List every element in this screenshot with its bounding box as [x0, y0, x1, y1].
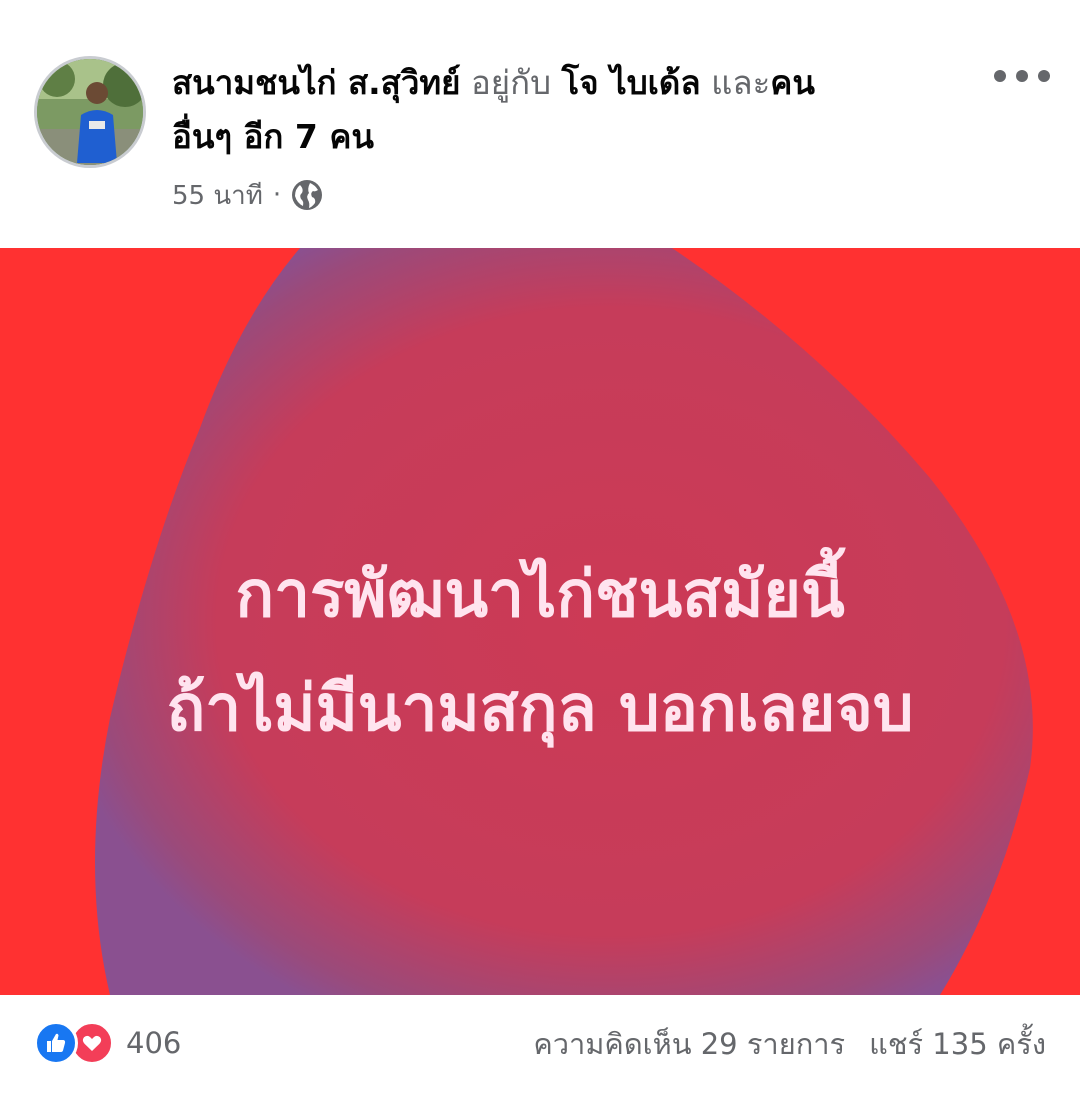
- post-author-line: สนามชนไก่ ส.สุวิทย์ อยู่กับ โจ ไบเด้ล แล…: [172, 56, 972, 164]
- more-dot: [1016, 70, 1028, 82]
- like-icon: [34, 1021, 78, 1065]
- comments-count[interactable]: ความคิดเห็น 29 รายการ: [533, 1021, 845, 1067]
- facebook-post: สนามชนไก่ ส.สุวิทย์ อยู่กับ โจ ไบเด้ล แล…: [0, 0, 1080, 1107]
- post-text: การพัฒนาไก่ชนสมัยนี้ ถ้าไม่มีนามสกุล บอก…: [0, 538, 1080, 766]
- globe-icon[interactable]: [291, 179, 323, 211]
- shares-count[interactable]: แชร์ 135 ครั้ง: [869, 1021, 1046, 1067]
- meta-separator: ·: [272, 180, 282, 210]
- more-dot: [1038, 70, 1050, 82]
- avatar[interactable]: [34, 56, 146, 168]
- others-link-part2[interactable]: อื่นๆ อีก 7 คน: [172, 117, 374, 156]
- tagged-person[interactable]: โจ ไบเด้ล: [562, 63, 701, 102]
- post-footer: 406 ความคิดเห็น 29 รายการ แชร์ 135 ครั้ง: [0, 995, 1080, 1107]
- with-label: อยู่กับ: [470, 63, 552, 102]
- timestamp[interactable]: 55 นาที: [172, 175, 263, 216]
- post-text-line-2: ถ้าไม่มีนามสกุล บอกเลยจบ: [166, 672, 914, 746]
- more-dot: [994, 70, 1006, 82]
- author-name[interactable]: สนามชนไก่ ส.สุวิทย์: [172, 63, 460, 102]
- others-link-part1[interactable]: คน: [770, 63, 815, 102]
- post-text-line-1: การพัฒนาไก่ชนสมัยนี้: [235, 558, 845, 632]
- reactions-summary[interactable]: 406: [34, 1019, 181, 1067]
- engagement-stats: ความคิดเห็น 29 รายการ แชร์ 135 ครั้ง: [533, 1021, 1046, 1067]
- post-meta: 55 นาที ·: [172, 176, 323, 214]
- more-options-icon[interactable]: [994, 62, 1050, 90]
- post-content-card[interactable]: การพัฒนาไก่ชนสมัยนี้ ถ้าไม่มีนามสกุล บอก…: [0, 248, 1080, 995]
- and-label: และ: [711, 63, 771, 102]
- reaction-count: 406: [126, 1026, 182, 1060]
